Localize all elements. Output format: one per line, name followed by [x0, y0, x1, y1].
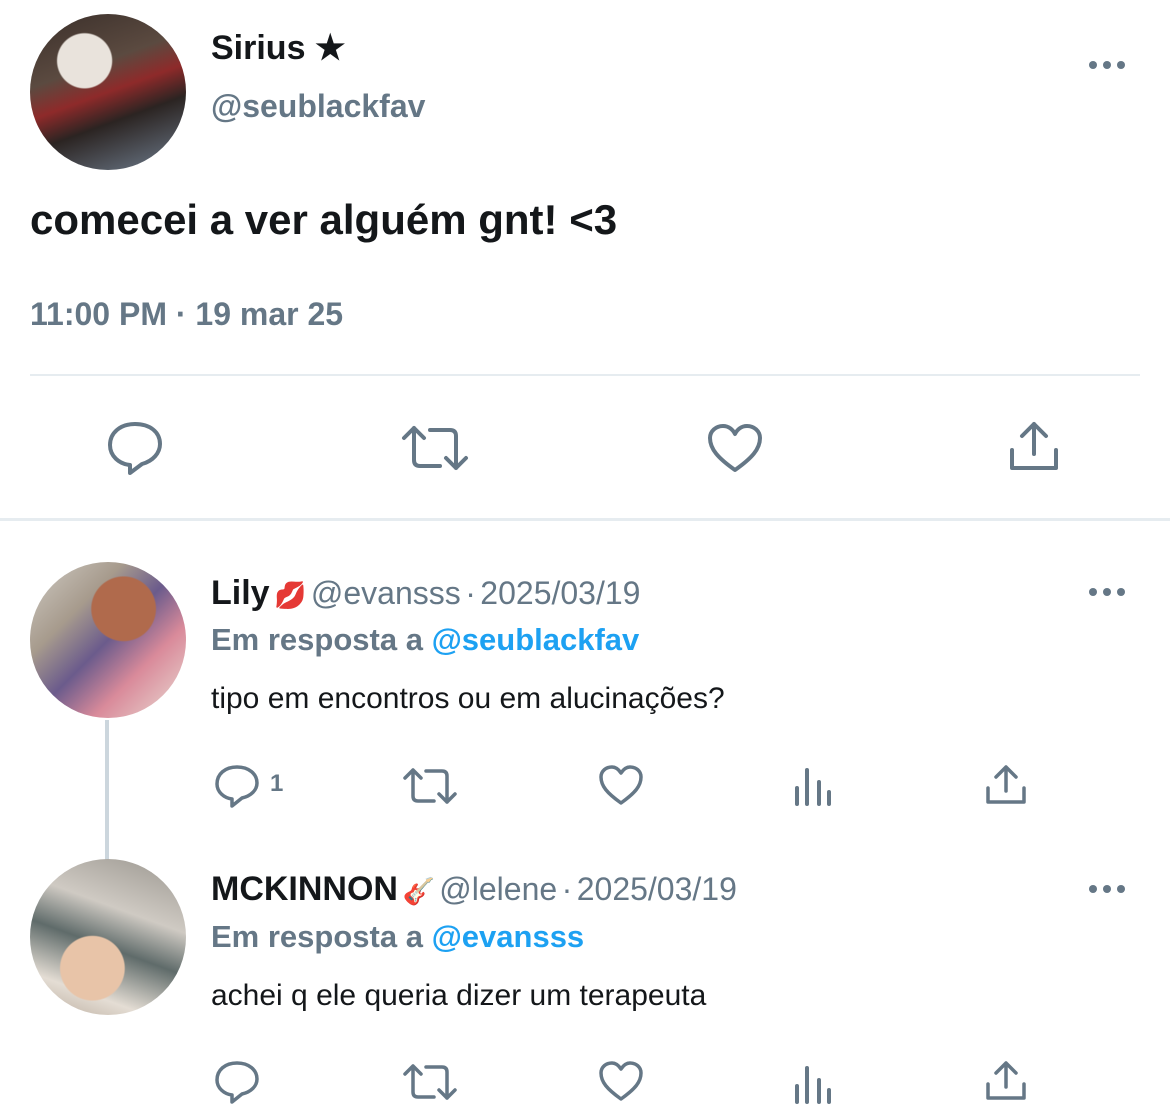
- tweet-text: comecei a ver alguém gnt! <3: [30, 196, 618, 243]
- retweet-icon[interactable]: [402, 1062, 458, 1102]
- divider: [30, 374, 1140, 376]
- thread-line: [105, 720, 109, 860]
- reply-author-name[interactable]: MCKINNON: [211, 870, 398, 908]
- reply-author-name[interactable]: Lily: [211, 574, 270, 612]
- reply-author-handle[interactable]: @evansss: [311, 575, 461, 611]
- tweet-timestamp[interactable]: 11:00 PM · 19 mar 25: [30, 296, 343, 333]
- reply-icon[interactable]: [106, 420, 164, 476]
- section-divider: [0, 518, 1170, 521]
- retweet-icon[interactable]: [402, 766, 458, 806]
- like-icon[interactable]: [706, 422, 764, 474]
- reply-date[interactable]: 2025/03/19: [480, 575, 640, 611]
- author-handle[interactable]: @seublackfav: [211, 88, 425, 125]
- reply-header: Lily 💋 @evansss · 2025/03/19: [211, 574, 641, 612]
- share-icon[interactable]: [1006, 420, 1062, 472]
- reply-header: MCKINNON 🎸 @lelene · 2025/03/19: [211, 870, 737, 908]
- reply-date[interactable]: 2025/03/19: [577, 871, 737, 907]
- more-options-icon[interactable]: [1088, 58, 1126, 72]
- mention-link[interactable]: @evansss: [432, 919, 585, 954]
- reply-icon[interactable]: [214, 764, 260, 808]
- avatar-mckinnon[interactable]: [30, 859, 186, 1015]
- reply-text: achei q ele queria dizer um terapeuta: [211, 979, 707, 1012]
- reply-context: Em resposta a @evansss: [211, 919, 585, 954]
- reply-icon[interactable]: [214, 1060, 260, 1104]
- reply-count: 1: [270, 770, 284, 797]
- retweet-icon[interactable]: [400, 424, 470, 472]
- avatar-lily[interactable]: [30, 562, 186, 718]
- author-name[interactable]: Sirius ★: [211, 28, 345, 68]
- more-options-icon[interactable]: [1088, 882, 1126, 896]
- share-icon[interactable]: [984, 1060, 1028, 1102]
- like-icon[interactable]: [598, 764, 644, 806]
- star-badge-icon: ★: [314, 29, 346, 67]
- reply-text: tipo em encontros ou em alucinações?: [211, 682, 725, 715]
- analytics-icon[interactable]: [794, 1064, 832, 1104]
- like-icon[interactable]: [598, 1060, 644, 1102]
- guitar-emoji-icon: 🎸: [402, 876, 435, 906]
- share-icon[interactable]: [984, 764, 1028, 806]
- more-options-icon[interactable]: [1088, 585, 1126, 599]
- reply-context: Em resposta a @seublackfav: [211, 622, 640, 657]
- avatar-sirius[interactable]: [30, 14, 186, 170]
- reply-author-handle[interactable]: @lelene: [439, 871, 557, 907]
- analytics-icon[interactable]: [794, 766, 832, 806]
- mention-link[interactable]: @seublackfav: [432, 622, 640, 657]
- lips-emoji-icon: 💋: [274, 580, 307, 610]
